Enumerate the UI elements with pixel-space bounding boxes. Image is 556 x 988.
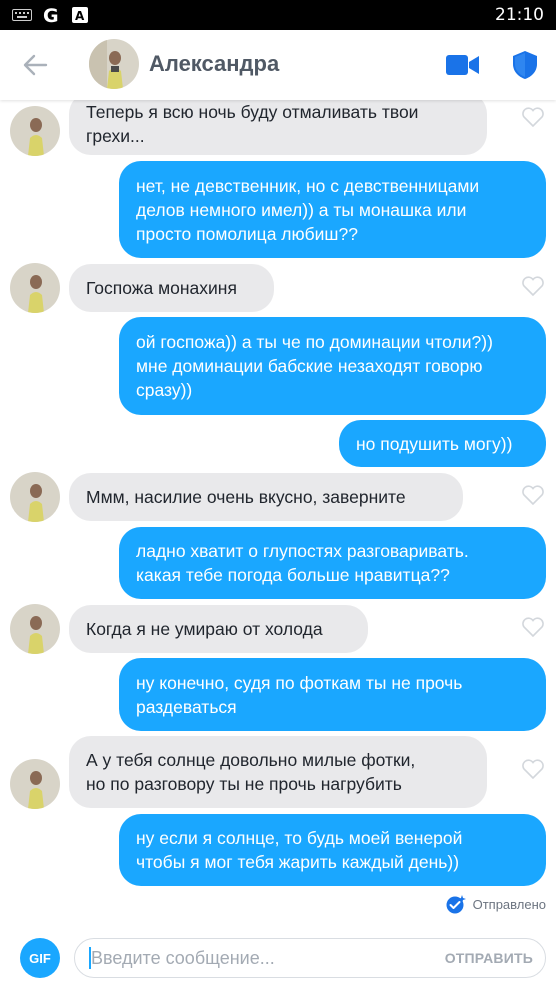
- message-text: но по разговору ты не прочь нагрубить: [86, 774, 402, 794]
- message-text: грехи...: [86, 125, 145, 146]
- message-text: Когда я не умираю от холода: [86, 619, 323, 639]
- google-icon: G: [43, 5, 59, 25]
- message-text: ой госпожа)) а ты че по доминации чтоли?…: [136, 332, 493, 352]
- contact-name[interactable]: Александра: [149, 51, 279, 77]
- sent-check-icon: [446, 895, 466, 914]
- outgoing-message[interactable]: нет, не девственник, но с девственницами…: [119, 161, 546, 258]
- outgoing-message[interactable]: ну если я солнце, то будь моей венерой ч…: [119, 814, 546, 886]
- message-text: делов немного имел)) а ты монашка или: [136, 199, 467, 220]
- message-text: ну если я солнце, то будь моей венерой: [136, 828, 463, 848]
- incoming-message[interactable]: Ммм, насилие очень вкусно, заверните: [69, 473, 463, 521]
- status-bar: G A 21:10: [0, 0, 556, 30]
- message-text: просто помолица любиш??: [136, 223, 358, 244]
- sender-avatar[interactable]: [10, 604, 60, 654]
- chat-header: Александра: [0, 30, 556, 100]
- sent-status-text: Отправлено: [472, 896, 546, 912]
- svg-text:A: A: [75, 9, 85, 23]
- send-button[interactable]: ОТПРАВИТЬ: [445, 950, 533, 966]
- like-heart-icon[interactable]: [521, 758, 545, 780]
- sender-avatar[interactable]: [10, 472, 60, 522]
- message-text: раздеваться: [136, 696, 237, 717]
- like-heart-icon[interactable]: [521, 275, 545, 297]
- app-a-icon: A: [72, 7, 88, 23]
- svg-text:G: G: [43, 5, 59, 25]
- message-text: Ммм, насилие очень вкусно, заверните: [86, 487, 406, 507]
- message-text: А у тебя солнце довольно милые фотки,: [86, 750, 416, 770]
- incoming-message[interactable]: Когда я не умираю от холода: [69, 605, 368, 653]
- message-text: нет, не девственник, но с девственницами: [136, 175, 480, 196]
- incoming-message[interactable]: Госпожа монахиня: [69, 264, 274, 312]
- keyboard-icon: [12, 9, 32, 21]
- message-text: мне доминации бабские незаходят говорю: [136, 356, 483, 376]
- like-heart-icon[interactable]: [521, 616, 545, 638]
- message-text: сразу)): [136, 380, 193, 400]
- message-input-placeholder: Введите сообщение...: [91, 948, 275, 968]
- message-text: какая тебе погода больше нравитца??: [136, 565, 450, 585]
- incoming-message[interactable]: Теперь я всю ночь буду отмаливать твои г…: [69, 92, 487, 155]
- sent-status: Отправлено: [445, 893, 546, 915]
- like-heart-icon[interactable]: [521, 484, 545, 506]
- sender-avatar[interactable]: [10, 759, 60, 809]
- back-arrow-icon[interactable]: [20, 51, 50, 79]
- sender-avatar[interactable]: [10, 106, 60, 156]
- incoming-message[interactable]: А у тебя солнце довольно милые фотки, но…: [69, 736, 487, 808]
- message-text: чтобы я мог тебя жарить каждый день)): [136, 852, 460, 872]
- like-heart-icon[interactable]: [521, 106, 545, 128]
- message-text: но подушить могу)): [356, 433, 513, 454]
- sender-avatar[interactable]: [10, 263, 60, 313]
- message-composer: GIF Введите сообщение... ОТПРАВИТЬ: [0, 928, 556, 988]
- message-input[interactable]: Введите сообщение... ОТПРАВИТЬ: [74, 938, 546, 978]
- video-call-icon[interactable]: [446, 54, 480, 76]
- shield-icon[interactable]: [512, 50, 538, 80]
- message-text: Теперь я всю ночь буду отмаливать твои: [86, 101, 419, 122]
- outgoing-message[interactable]: ну конечно, судя по фоткам ты не прочь р…: [119, 658, 546, 731]
- outgoing-message[interactable]: ой госпожа)) а ты че по доминации чтоли?…: [119, 317, 546, 415]
- gif-button[interactable]: GIF: [20, 938, 60, 978]
- outgoing-message[interactable]: ладно хватит о глупостях разговаривать. …: [119, 527, 546, 599]
- clock: 21:10: [495, 5, 544, 25]
- message-text: Госпожа монахиня: [86, 278, 237, 298]
- contact-avatar[interactable]: [89, 39, 139, 89]
- outgoing-message[interactable]: но подушить могу)): [339, 420, 546, 467]
- message-text: ладно хватит о глупостях разговаривать.: [136, 541, 469, 561]
- message-text: ну конечно, судя по фоткам ты не прочь: [136, 672, 463, 693]
